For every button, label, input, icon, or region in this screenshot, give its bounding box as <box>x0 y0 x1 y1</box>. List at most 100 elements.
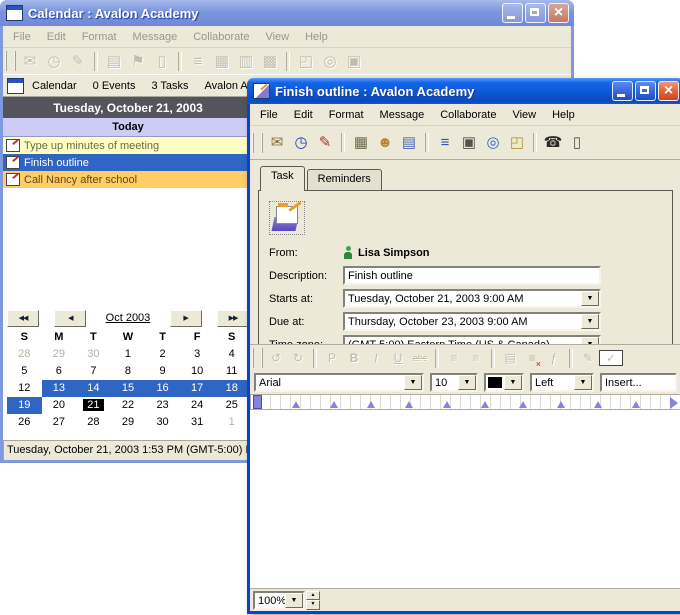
list-view-icon[interactable]: ≡ <box>186 50 210 72</box>
day-cell[interactable]: 18 <box>214 380 249 397</box>
task-item-selected[interactable]: Finish outline <box>3 154 253 171</box>
day-cell[interactable]: 23 <box>145 397 180 414</box>
tab-stop-marker[interactable] <box>367 401 375 408</box>
menu-help[interactable]: Help <box>544 107 583 123</box>
day-cell[interactable]: 3 <box>180 346 215 363</box>
task-list-icon[interactable]: ≡ <box>433 132 457 154</box>
task-titlebar[interactable]: Finish outline : Avalon Academy <box>247 78 680 104</box>
tab-reminders[interactable]: Reminders <box>307 169 382 190</box>
new-appointment-icon[interactable]: ◷ <box>289 132 313 154</box>
chevron-down-icon[interactable]: ▼ <box>504 375 522 390</box>
day-cell[interactable]: 19 <box>7 397 42 414</box>
chevron-down-icon[interactable]: ▼ <box>458 375 476 390</box>
chevron-down-icon[interactable]: ▼ <box>581 291 599 306</box>
new-task-icon[interactable]: ✎ <box>313 132 337 154</box>
insert-field[interactable]: Insert... <box>600 373 677 392</box>
zoom-spinner[interactable]: ▲ ▼ <box>306 591 320 610</box>
tab-stop-marker[interactable] <box>292 401 300 408</box>
tab-stop-marker[interactable] <box>481 401 489 408</box>
print-icon[interactable]: ▣ <box>457 132 481 154</box>
day-cell[interactable]: 14 <box>76 380 111 397</box>
tab-stop-marker[interactable] <box>594 401 602 408</box>
insert-object-icon[interactable]: ▤ <box>499 347 521 369</box>
toolbar-grip[interactable] <box>252 348 263 368</box>
move-to-folder-icon[interactable]: ◰ <box>294 50 318 72</box>
prev-month-button[interactable]: ◀ <box>54 310 86 327</box>
menu-message[interactable]: Message <box>125 29 186 45</box>
zoom-select[interactable]: 100% ▼ <box>253 591 305 610</box>
delete-icon[interactable]: ▯ <box>150 50 174 72</box>
day-cell[interactable]: 13 <box>42 380 77 397</box>
next-year-button[interactable]: ▶▶ <box>217 310 249 327</box>
italic-icon[interactable]: I <box>365 347 387 369</box>
address-card-icon[interactable]: ▤ <box>397 132 421 154</box>
day-cell[interactable]: 16 <box>145 380 180 397</box>
day-cell[interactable]: 20 <box>42 397 77 414</box>
new-event-icon[interactable]: ✉ <box>18 50 42 72</box>
ruler[interactable] <box>250 394 680 410</box>
find-icon[interactable]: ◎ <box>481 132 505 154</box>
minimize-button[interactable] <box>612 81 633 101</box>
day-cell[interactable]: 22 <box>111 397 146 414</box>
task-item[interactable]: Type up minutes of meeting <box>3 137 253 154</box>
new-task-icon[interactable]: ✎ <box>66 50 90 72</box>
new-message-icon[interactable]: ▤ <box>102 50 126 72</box>
menu-view[interactable]: View <box>504 107 544 123</box>
day-cell[interactable]: 30 <box>145 414 180 431</box>
next-month-button[interactable]: ▶ <box>170 310 202 327</box>
style-icon[interactable]: P <box>321 347 343 369</box>
day-cell[interactable]: 24 <box>180 397 215 414</box>
chevron-down-icon[interactable]: ▼ <box>574 375 592 390</box>
menu-file[interactable]: File <box>5 29 39 45</box>
day-cell[interactable]: 1 <box>214 414 249 431</box>
close-button[interactable] <box>548 3 569 23</box>
font-color-select[interactable]: ▼ <box>484 373 524 392</box>
day-cell[interactable]: 28 <box>7 346 42 363</box>
day-cell[interactable]: 4 <box>214 346 249 363</box>
contact-icon[interactable]: ☻ <box>373 132 397 154</box>
tab-stop-marker[interactable] <box>519 401 527 408</box>
day-cell[interactable]: 30 <box>76 346 111 363</box>
toolbar-grip[interactable] <box>5 51 16 71</box>
day-view-icon[interactable]: ▩ <box>258 50 282 72</box>
underline-icon[interactable]: U <box>387 347 409 369</box>
new-appointment-icon[interactable]: ◷ <box>42 50 66 72</box>
tab-stop-marker[interactable] <box>632 401 640 408</box>
menu-edit[interactable]: Edit <box>286 107 321 123</box>
week-view-icon[interactable]: ▥ <box>234 50 258 72</box>
insert-fields-icon[interactable]: ≡ <box>521 347 543 369</box>
month-label[interactable]: Oct 2003 <box>102 312 155 324</box>
due-at-select[interactable]: Thursday, October 23, 2003 9:00 AM▼ <box>343 312 601 331</box>
indent-icon[interactable]: ≡ <box>465 347 487 369</box>
new-message-icon[interactable]: ✉ <box>265 132 289 154</box>
flag-icon[interactable]: ⚑ <box>126 50 150 72</box>
menu-collaborate[interactable]: Collaborate <box>432 107 504 123</box>
task-item[interactable]: Call Nancy after school <box>3 171 253 188</box>
maximize-button[interactable] <box>635 81 656 101</box>
day-cell[interactable]: 26 <box>7 414 42 431</box>
delete-icon[interactable]: ▯ <box>565 132 589 154</box>
day-cell[interactable]: 25 <box>214 397 249 414</box>
menu-file[interactable]: File <box>252 107 286 123</box>
spell-check-icon[interactable]: ✓ <box>599 350 623 366</box>
toolbar-grip[interactable] <box>252 133 263 153</box>
menu-format[interactable]: Format <box>321 107 372 123</box>
day-cell[interactable]: 8 <box>111 363 146 380</box>
day-cell[interactable]: 2 <box>145 346 180 363</box>
strikethrough-icon[interactable]: abc <box>409 347 431 369</box>
ruler-left-marker[interactable] <box>253 395 262 409</box>
tab-stop-marker[interactable] <box>405 401 413 408</box>
signature-icon[interactable]: ✎ <box>577 347 599 369</box>
month-view-icon[interactable]: ▦ <box>210 50 234 72</box>
insert-symbol-icon[interactable]: ƒ <box>543 347 565 369</box>
tab-task[interactable]: Task <box>260 166 305 191</box>
description-input[interactable] <box>343 266 601 285</box>
move-to-folder-icon[interactable]: ◰ <box>505 132 529 154</box>
day-cell[interactable]: 12 <box>7 380 42 397</box>
print-icon[interactable]: ▣ <box>342 50 366 72</box>
redo-icon[interactable]: ↻ <box>287 347 309 369</box>
day-cell[interactable]: 29 <box>111 414 146 431</box>
chevron-down-icon[interactable]: ▼ <box>285 593 303 608</box>
calendar-titlebar[interactable]: Calendar : Avalon Academy <box>0 0 574 26</box>
menu-message[interactable]: Message <box>372 107 433 123</box>
